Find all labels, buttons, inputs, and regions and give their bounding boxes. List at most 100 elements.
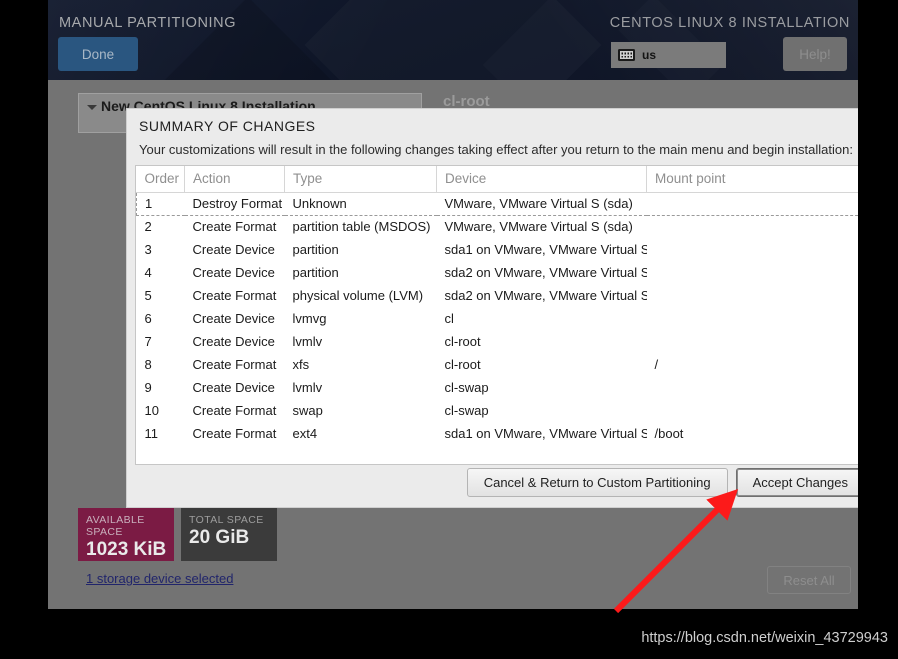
changes-table-container[interactable]: Order Action Type Device Mount point 1 De… [135,165,858,465]
cell-device: VMware, VMware Virtual S (sda) [436,191,647,216]
cell-mount-point [647,261,859,284]
cell-device: sda1 on VMware, VMware Virtual S [444,426,647,441]
total-space-tile: TOTAL SPACE 20 GiB [181,508,277,561]
dialog-description: Your customizations will result in the f… [139,142,853,157]
help-button[interactable]: Help! [783,37,847,71]
cell-action: Create Device [192,380,275,395]
cell-action: Create Format [192,357,277,372]
column-header-mount-point[interactable]: Mount point [646,166,858,193]
cell-mount-point [646,191,858,216]
column-header-order[interactable]: Order [136,166,185,193]
table-row[interactable]: 5 Create Format physical volume (LVM) sda2 … [137,284,859,307]
column-header-device[interactable]: Device [436,166,647,193]
cell-type: physical volume (LVM) [292,288,424,303]
accept-changes-button[interactable]: Accept Changes [735,468,858,497]
changes-table: Order Action Type Device Mount point 1 De… [136,166,858,445]
anaconda-installer-window: MANUAL PARTITIONING CENTOS LINUX 8 INSTA… [48,0,858,609]
cell-device: cl-swap [444,380,489,395]
done-button[interactable]: Done [58,37,138,71]
cell-type: xfs [292,357,310,372]
cell-action: Create Device [192,242,275,257]
cell-order: 11 [144,426,159,441]
cell-type: lvmvg [292,311,327,326]
keyboard-layout-label: us [642,48,657,62]
cell-order: 7 [144,334,152,349]
table-row[interactable]: 9 Create Device lvmlv cl-swap [137,376,859,399]
cell-mount-point: / [654,357,659,372]
watermark-text: https://blog.csdn.net/weixin_43729943 [641,630,888,646]
cell-mount-point [647,307,859,330]
cell-type: partition [292,265,339,280]
table-row[interactable]: 11 Create Format ext4 sda1 on VMware, VMwar… [137,422,859,445]
cancel-return-button[interactable]: Cancel & Return to Custom Partitioning [466,468,728,497]
cell-action: Create Format [192,219,277,235]
table-row[interactable]: 3 Create Device partition sda1 on VMware, V… [137,238,859,261]
cell-order: 9 [144,380,152,395]
cell-action: Create Format [192,403,277,418]
column-header-action[interactable]: Action [184,166,285,193]
cell-mount-point [647,399,859,422]
cell-mount-point [647,330,859,353]
cell-device: cl-swap [444,403,489,418]
installer-banner: MANUAL PARTITIONING CENTOS LINUX 8 INSTA… [48,0,858,80]
table-row[interactable]: 6 Create Device lvmvg cl [137,307,859,330]
keyboard-layout-indicator[interactable]: us [611,42,726,68]
cell-mount-point [647,238,859,261]
cell-action: Create Format [192,426,277,441]
cell-device: cl-root [444,357,481,372]
cell-type: lvmlv [292,334,323,349]
cell-order: 5 [144,288,152,303]
summary-of-changes-dialog: SUMMARY OF CHANGES Your customizations w… [126,108,858,508]
storage-devices-link[interactable]: 1 storage device selected [86,571,233,586]
cell-type: Unknown [284,191,437,216]
cell-order: 4 [144,265,152,280]
cell-mount-point: /boot [654,426,684,441]
table-row[interactable]: 10 Create Format swap cl-swap [137,399,859,422]
cell-order: 2 [144,219,152,235]
cell-device: VMware, VMware Virtual S (sda) [444,219,633,235]
chevron-down-icon [87,105,97,110]
cell-action: Create Device [192,311,275,326]
cell-type: partition table (MSDOS) [292,219,431,235]
table-row[interactable]: 4 Create Device partition sda2 on VMware, V… [137,261,859,284]
cell-device: cl [444,311,454,326]
page-title: MANUAL PARTITIONING [59,15,237,31]
product-title: CENTOS LINUX 8 INSTALLATION [609,15,850,31]
space-summary: AVAILABLE SPACE 1023 KiB TOTAL SPACE 20 … [78,508,277,561]
column-header-type[interactable]: Type [284,166,437,193]
cell-type: partition [292,242,339,257]
cell-device: sda2 on VMware, VMware Virtual S [444,265,647,280]
keyboard-icon [618,49,635,61]
changes-table-body: 1 Destroy Format Unknown VMware, VMware Vir… [136,191,859,445]
available-space-caption: AVAILABLE SPACE [86,514,145,538]
cell-mount-point [647,215,859,238]
screenshot-root: MANUAL PARTITIONING CENTOS LINUX 8 INSTA… [0,0,898,659]
cell-device: sda2 on VMware, VMware Virtual S [444,288,647,303]
total-space-caption: TOTAL SPACE [189,514,264,526]
table-header-row: Order Action Type Device Mount point [136,166,858,193]
total-space-value: 20 GiB [189,527,250,548]
dialog-button-row: Cancel & Return to Custom Partitioning A… [466,468,858,497]
cell-action: Create Format [192,288,277,303]
cell-type: ext4 [292,426,318,441]
cell-order: 10 [144,403,159,418]
available-space-tile: AVAILABLE SPACE 1023 KiB [78,508,174,561]
table-row[interactable]: 2 Create Format partition table (MSDOS) VMw… [137,215,859,238]
reset-all-button[interactable]: Reset All [767,566,851,594]
cell-mount-point [647,376,859,399]
cell-device: sda1 on VMware, VMware Virtual S [444,242,647,257]
cell-order: 1 [136,191,185,216]
cell-type: swap [292,403,323,418]
cell-mount-point [647,284,859,307]
table-row[interactable]: 7 Create Device lvmlv cl-root [137,330,859,353]
dialog-title: SUMMARY OF CHANGES [139,118,316,134]
cell-action: Destroy Format [184,191,285,216]
changes-table-header: Order Action Type Device Mount point [136,166,858,193]
available-space-value: 1023 KiB [86,539,167,560]
cell-action: Create Device [192,265,275,280]
cell-order: 8 [144,357,152,372]
cell-type: lvmlv [292,380,323,395]
table-row[interactable]: 1 Destroy Format Unknown VMware, VMware Vir… [136,191,858,216]
cell-device: cl-root [444,334,481,349]
table-row[interactable]: 8 Create Format xfs cl-root / [137,353,859,376]
